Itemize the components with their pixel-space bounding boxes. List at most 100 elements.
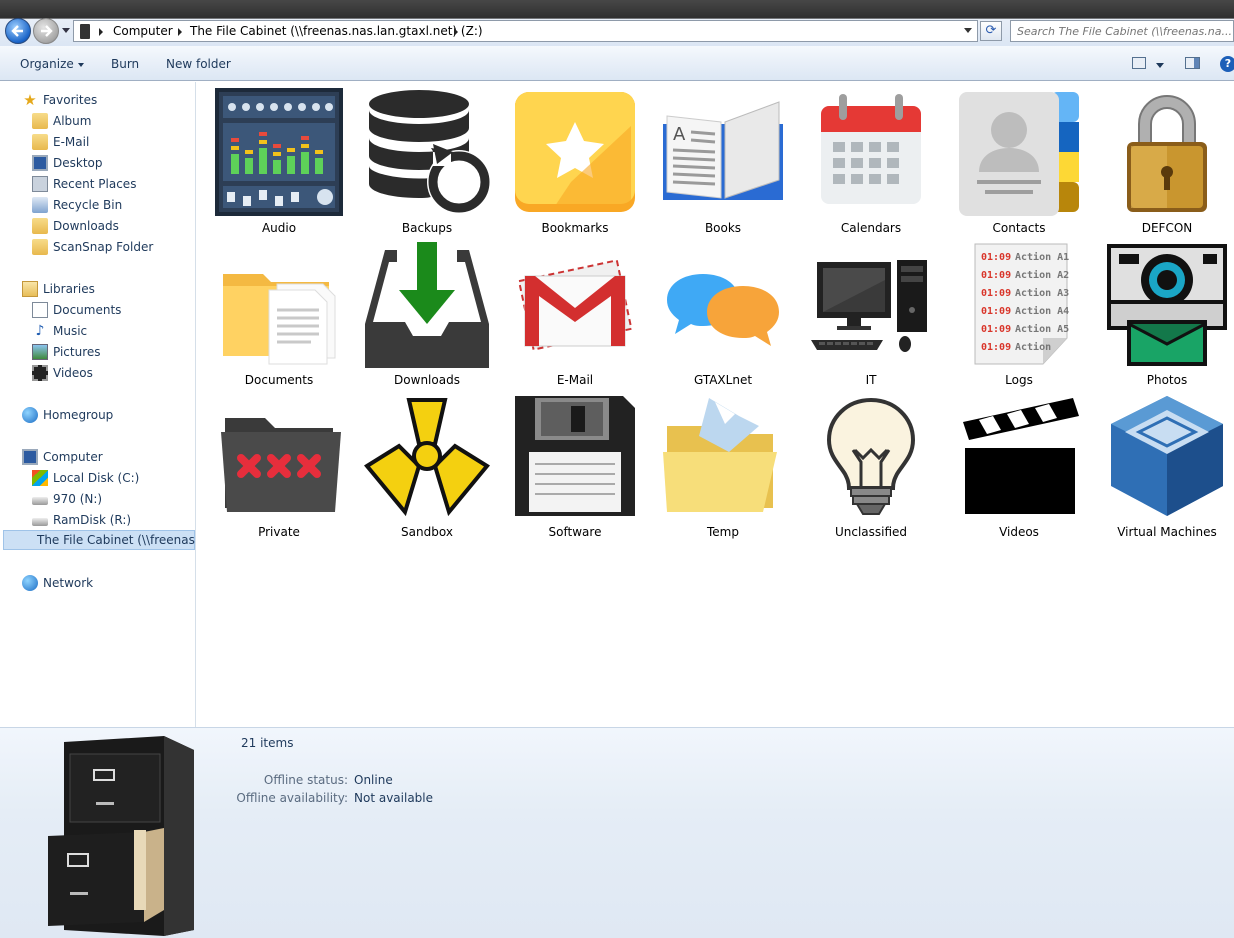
help-button[interactable]: ? [1220, 56, 1234, 72]
documents-icon [32, 302, 48, 318]
folder-temp[interactable]: Temp [649, 386, 789, 539]
folder-gtaxlnet[interactable]: GTAXLnet [649, 234, 789, 387]
address-bar-region: Computer The File Cabinet (\\freenas.nas… [0, 0, 1234, 46]
folder-bookmarks[interactable]: Bookmarks [501, 82, 641, 235]
folder-label: Unclassified [834, 525, 908, 539]
nav-item-desktop[interactable]: Desktop [32, 153, 103, 173]
nav-item-recycle-bin[interactable]: Recycle Bin [32, 195, 122, 215]
window-top-strip [0, 0, 1234, 18]
nav-item-downloads[interactable]: Downloads [32, 216, 119, 236]
folder-label: E-Mail [556, 373, 594, 387]
recycle-bin-icon [32, 197, 48, 213]
folder-icon [32, 134, 48, 150]
folder-photos[interactable]: Photos [1093, 234, 1233, 387]
chat-bubbles-icon [667, 274, 779, 346]
floppy-disk-icon [515, 396, 635, 516]
folder-software[interactable]: Software [501, 386, 641, 539]
nav-homegroup[interactable]: Homegroup [22, 405, 113, 425]
burn-button[interactable]: Burn [111, 57, 139, 71]
view-options-dropdown-icon[interactable] [1156, 63, 1164, 68]
folder-it[interactable]: IT [797, 234, 937, 387]
new-folder-button[interactable]: New folder [166, 57, 231, 71]
nav-item-local-disk[interactable]: Local Disk (C:) [32, 468, 139, 488]
folder-contacts[interactable]: Contacts [945, 82, 1085, 235]
file-list: Audio Backups Bookmarks A Books Calendar… [197, 82, 1234, 727]
computer-icon [22, 449, 38, 465]
search-box[interactable] [1010, 20, 1234, 42]
forward-button[interactable] [33, 18, 59, 44]
folder-videos[interactable]: Videos [945, 386, 1085, 539]
folder-label: Bookmarks [541, 221, 609, 235]
folder-logs[interactable]: 01:09 Action A1 01:09 Action A2 01:09 Actio… [945, 234, 1085, 387]
nav-item-email[interactable]: E-Mail [32, 132, 89, 152]
nav-item-file-cabinet[interactable]: The File Cabinet (\\freenas [3, 530, 195, 550]
change-view-icon[interactable] [1132, 57, 1146, 69]
calendar-icon [821, 94, 921, 204]
padlock-icon [1127, 95, 1207, 212]
preview-pane-icon[interactable] [1185, 57, 1200, 69]
folder-backups[interactable]: Backups [353, 82, 493, 235]
nav-item-970[interactable]: 970 (N:) [32, 489, 102, 509]
folder-calendars[interactable]: Calendars [797, 82, 937, 235]
folder-virtual-machines[interactable]: Virtual Machines [1093, 386, 1233, 539]
nav-item-pictures[interactable]: Pictures [32, 342, 101, 362]
music-icon: ♪ [35, 323, 45, 339]
svg-text:01:09: 01:09 [981, 252, 1011, 263]
libraries-icon [22, 281, 38, 297]
refresh-icon: ⟳ [985, 23, 997, 38]
organize-button[interactable]: Organize [20, 57, 84, 71]
folder-sandbox[interactable]: Sandbox [353, 386, 493, 539]
nav-favorites[interactable]: ★ Favorites [22, 90, 97, 110]
drive-icon [32, 497, 48, 505]
address-dropdown-icon[interactable] [964, 28, 972, 33]
folder-books[interactable]: A Books [649, 82, 789, 235]
svg-text:01:09: 01:09 [981, 324, 1011, 335]
folder-label: Sandbox [401, 525, 453, 539]
nav-network-label: Network [43, 576, 94, 590]
bookmark-star-icon [515, 92, 635, 212]
file-cabinet-icon [48, 736, 194, 936]
search-input[interactable] [1011, 21, 1233, 41]
svg-text:A: A [673, 124, 686, 145]
svg-text:Action A5: Action A5 [1015, 323, 1069, 335]
camera-printer-icon [1107, 244, 1227, 366]
pictures-icon [32, 344, 48, 360]
nav-network[interactable]: Network [22, 573, 93, 593]
nav-favorites-label: Favorites [43, 93, 98, 107]
details-pane: 21 items Offline status: Online Offline … [0, 727, 1234, 938]
breadcrumb-chevron-icon[interactable] [178, 28, 182, 36]
offline-status-label: Offline status: [263, 773, 348, 787]
nav-item-recent-places[interactable]: Recent Places [32, 174, 136, 194]
download-tray-icon [365, 242, 489, 368]
nav-libraries[interactable]: Libraries [22, 279, 95, 299]
nav-item-label: The File Cabinet (\\freenas [37, 533, 195, 547]
back-button[interactable] [5, 18, 31, 44]
folder-audio[interactable]: Audio [205, 82, 345, 235]
nav-item-ramdisk[interactable]: RamDisk (R:) [32, 510, 131, 530]
folder-icon [32, 239, 48, 255]
folder-email[interactable]: E-Mail [501, 234, 641, 387]
desktop-computer-icon [811, 260, 927, 352]
folder-label: IT [865, 373, 877, 387]
folder-label: Audio [261, 221, 297, 235]
nav-item-music[interactable]: ♪ Music [32, 321, 88, 341]
nav-item-scansnap[interactable]: ScanSnap Folder [32, 237, 153, 257]
nav-item-documents[interactable]: Documents [32, 300, 121, 320]
nav-item-videos[interactable]: Videos [32, 363, 93, 383]
folder-downloads[interactable]: Downloads [353, 234, 493, 387]
recent-places-icon [32, 176, 48, 192]
nav-computer[interactable]: Computer [22, 447, 103, 467]
refresh-button[interactable]: ⟳ [980, 21, 1002, 41]
folder-unclassified[interactable]: Unclassified [797, 386, 937, 539]
breadcrumb-computer[interactable]: Computer [113, 24, 173, 38]
folder-defcon[interactable]: DEFCON [1093, 82, 1233, 235]
breadcrumb-chevron-icon[interactable] [99, 28, 103, 36]
address-path[interactable]: Computer The File Cabinet (\\freenas.nas… [73, 20, 978, 42]
folder-label: Contacts [992, 221, 1046, 235]
breadcrumb-chevron-icon[interactable] [454, 28, 458, 36]
folder-documents[interactable]: Documents [205, 234, 345, 387]
nav-item-album[interactable]: Album [32, 111, 91, 131]
folder-private[interactable]: Private [205, 386, 345, 539]
breadcrumb-file-cabinet[interactable]: The File Cabinet (\\freenas.nas.lan.gtax… [190, 24, 483, 38]
recent-pages-dropdown[interactable] [62, 28, 70, 33]
